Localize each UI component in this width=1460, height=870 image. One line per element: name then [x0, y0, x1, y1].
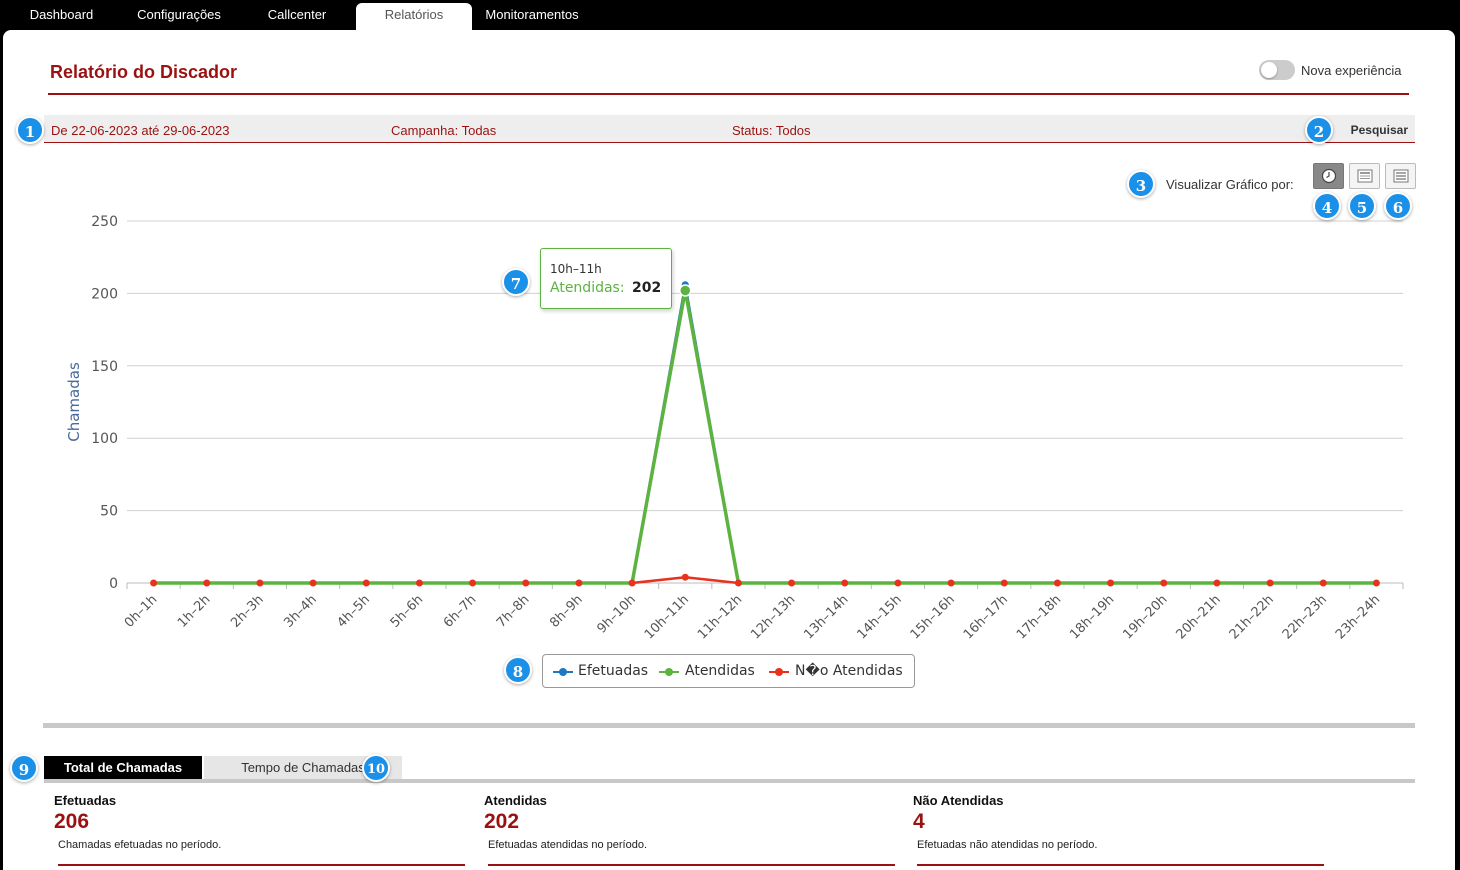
x-tick-label: 1h–2h — [175, 592, 214, 631]
data-point-2-15 — [947, 579, 955, 587]
data-point-1-10 — [679, 284, 692, 297]
data-point-2-6 — [469, 579, 477, 587]
legend-item-nao-atendidas[interactable]: N�o Atendidas — [795, 663, 903, 679]
data-point-2-19 — [1160, 579, 1168, 587]
x-tick-label: 2h–3h — [228, 592, 267, 631]
data-point-2-4 — [362, 579, 370, 587]
x-tick-label: 20h–21h — [1173, 592, 1223, 642]
data-point-2-5 — [415, 579, 423, 587]
data-point-2-18 — [1107, 579, 1115, 587]
annotation-badge-5: 5 — [1348, 192, 1376, 220]
data-point-2-13 — [841, 579, 849, 587]
calls-line-chart: 0 50 100 150 200 250 Chamadas 0h–1h 1h–2h 2h–3h 3h… — [65, 214, 1404, 642]
stat-description: Efetuadas não atendidas no período. — [917, 839, 1098, 851]
data-point-2-11 — [734, 579, 742, 587]
legend-dot-atendidas — [665, 668, 673, 676]
stat-underline — [917, 864, 1324, 866]
stat-value: 4 — [913, 810, 925, 833]
series-line-0 — [153, 283, 1377, 585]
x-tick-label: 18h–19h — [1067, 592, 1117, 642]
x-tick-label: 14h–15h — [854, 592, 904, 642]
x-tick-label: 7h–8h — [494, 592, 533, 631]
data-point-2-20 — [1213, 579, 1221, 587]
annotation-badge-1: 1 — [16, 116, 44, 144]
annotation-badge-9: 9 — [10, 754, 38, 782]
data-point-2-14 — [894, 579, 902, 587]
tooltip-title: 10h–11h — [550, 262, 602, 276]
stat-value: 202 — [484, 810, 520, 833]
x-tick-label: 12h–13h — [748, 592, 798, 642]
tooltip-value: 202 — [632, 280, 662, 296]
x-tick-label: 9h–10h — [595, 592, 639, 636]
data-point-2-17 — [1053, 579, 1061, 587]
x-tick-label: 8h–9h — [547, 592, 586, 631]
stat-description: Chamadas efetuadas no período. — [58, 839, 222, 851]
stat-underline — [488, 864, 895, 866]
stat-underline — [58, 864, 465, 866]
data-point-2-22 — [1319, 579, 1327, 587]
stat-description: Efetuadas atendidas no período. — [488, 839, 648, 851]
data-point-2-10 — [681, 573, 689, 581]
y-tick-label: 250 — [91, 214, 118, 230]
legend-dot-nao-atendidas — [775, 668, 783, 676]
x-tick-label: 5h–6h — [388, 592, 427, 631]
legend-dot-efetuadas — [559, 668, 567, 676]
stat-label: Atendidas — [484, 793, 547, 808]
annotation-badge-3: 3 — [1127, 170, 1155, 198]
legend-item-efetuadas[interactable]: Efetuadas — [578, 663, 648, 679]
data-point-2-21 — [1266, 579, 1274, 587]
tooltip-series: Atendidas: — [550, 280, 625, 296]
tab-total-de-chamadas[interactable]: Total de Chamadas — [44, 756, 202, 780]
stat-label: Efetuadas — [54, 793, 117, 808]
x-tick-label: 17h–18h — [1014, 592, 1064, 642]
x-tick-label: 0h–1h — [122, 592, 161, 631]
stat-value: 206 — [54, 810, 90, 833]
y-tick-label: 200 — [91, 286, 118, 302]
annotation-badge-2: 2 — [1305, 116, 1333, 144]
y-tick-label: 150 — [91, 359, 118, 375]
annotation-badge-6: 6 — [1384, 192, 1412, 220]
data-point-2-23 — [1372, 579, 1380, 587]
y-tick-label: 0 — [109, 576, 118, 592]
x-tick-label: 3h–4h — [281, 592, 320, 631]
x-tick-label: 22h–23h — [1280, 592, 1330, 642]
data-point-2-16 — [1000, 579, 1008, 587]
x-tick-label: 10h–11h — [642, 592, 692, 642]
x-tick-label: 21h–22h — [1227, 592, 1277, 642]
data-point-2-8 — [575, 579, 583, 587]
tabs-underline — [44, 779, 1415, 783]
x-tick-label: 4h–5h — [335, 592, 374, 631]
data-point-2-2 — [256, 579, 264, 587]
chart-legend: Efetuadas Atendidas N�o Atendidas — [542, 654, 915, 688]
annotation-badge-10: 10 — [362, 754, 390, 782]
data-point-2-1 — [203, 579, 211, 587]
x-tick-label: 19h–20h — [1120, 592, 1170, 642]
data-point-2-7 — [522, 579, 530, 587]
legend-item-atendidas[interactable]: Atendidas — [685, 663, 755, 679]
y-axis-label: Chamadas — [65, 362, 83, 442]
series-line-1 — [153, 288, 1377, 585]
y-tick-label: 50 — [100, 504, 118, 520]
data-point-2-0 — [150, 579, 158, 587]
x-tick-label: 6h–7h — [441, 592, 480, 631]
x-tick-label: 15h–16h — [908, 592, 958, 642]
data-point-2-3 — [309, 579, 317, 587]
data-point-2-12 — [788, 579, 796, 587]
x-tick-label: 16h–17h — [961, 592, 1011, 642]
stat-label: Não Atendidas — [913, 793, 1004, 808]
y-tick-label: 100 — [91, 431, 118, 447]
annotation-badge-7: 7 — [502, 268, 530, 296]
annotation-badge-8: 8 — [504, 656, 532, 684]
x-tick-label: 11h–12h — [695, 592, 745, 642]
x-tick-label: 13h–14h — [801, 592, 851, 642]
section-separator — [43, 723, 1415, 728]
x-tick-label: 23h–24h — [1333, 592, 1383, 642]
chart-tooltip: 10h–11h Atendidas: 202 — [540, 248, 672, 309]
annotation-badge-4: 4 — [1313, 192, 1341, 220]
data-point-2-9 — [628, 579, 636, 587]
